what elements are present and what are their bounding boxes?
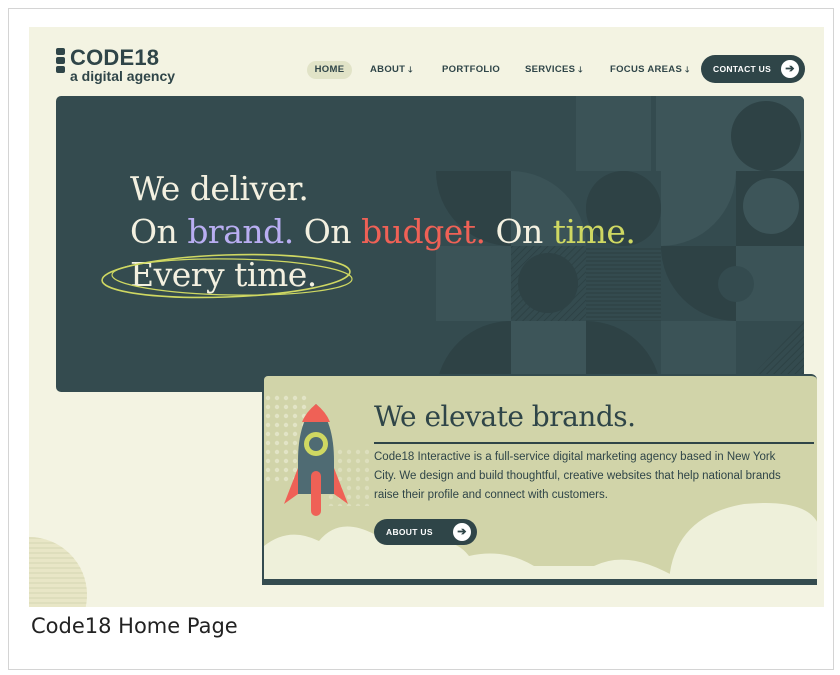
contact-us-label: CONTACT US xyxy=(713,64,772,74)
nav-item-label: PORTFOLIO xyxy=(442,64,501,75)
nav-item-portfolio[interactable]: PORTFOLIO xyxy=(442,61,500,79)
logo-tagline: a digital agency xyxy=(70,68,176,84)
logo-blocks-icon xyxy=(56,48,66,75)
hero-banner: We deliver. On brand. On budget. On time… xyxy=(56,96,804,392)
about-title: We elevate brands. xyxy=(374,400,636,433)
about-card: We elevate brands. Code18 Interactive is… xyxy=(262,374,817,585)
nav-item-label: ABOUT xyxy=(370,64,406,75)
every-time-highlight: Every time. xyxy=(101,253,353,299)
website-screenshot: CODE18 a digital agency HOME ABOUT 🡓 PORT… xyxy=(29,27,824,607)
about-body: Code18 Interactive is a full-service dig… xyxy=(374,451,781,501)
hero-word: On xyxy=(130,212,188,251)
nav-item-focus-areas[interactable]: FOCUS AREAS 🡓 xyxy=(610,61,690,79)
hero-headline: We deliver. On brand. On budget. On time… xyxy=(101,167,636,299)
nav-item-about[interactable]: ABOUT 🡓 xyxy=(370,61,413,79)
nav-item-services[interactable]: SERVICES 🡓 xyxy=(525,61,583,79)
arrow-down-icon: 🡓 xyxy=(685,65,690,74)
arrow-right-icon: ➔ xyxy=(781,60,799,78)
arrow-right-icon: ➔ xyxy=(453,523,471,541)
divider xyxy=(374,442,814,444)
about-us-button[interactable]: ABOUT US ➔ xyxy=(374,519,477,545)
nav-item-label: FOCUS AREAS xyxy=(610,64,683,75)
hero-word: On xyxy=(485,212,553,251)
hero-word: On xyxy=(293,212,362,251)
arrow-down-icon: 🡓 xyxy=(578,65,583,74)
nav-item-home[interactable]: HOME xyxy=(307,61,352,79)
hero-word-brand: brand. xyxy=(187,212,294,251)
figure-frame: CODE18 a digital agency HOME ABOUT 🡓 PORT… xyxy=(8,8,834,670)
about-us-label: ABOUT US xyxy=(386,527,433,537)
hero-line-1: We deliver. xyxy=(130,169,309,208)
nav-item-label: SERVICES xyxy=(525,64,576,75)
corner-decoration xyxy=(29,537,87,607)
scribble-ellipse xyxy=(101,253,353,299)
contact-us-button[interactable]: CONTACT US ➔ xyxy=(701,55,805,83)
figure-caption: Code18 Home Page xyxy=(31,614,238,638)
hero-word-time: time. xyxy=(552,212,636,251)
arrow-down-icon: 🡓 xyxy=(408,65,413,74)
hero-line-3: Every time. xyxy=(101,253,635,299)
hero-word-budget: budget. xyxy=(361,212,486,251)
nav-item-label: HOME xyxy=(314,64,345,75)
